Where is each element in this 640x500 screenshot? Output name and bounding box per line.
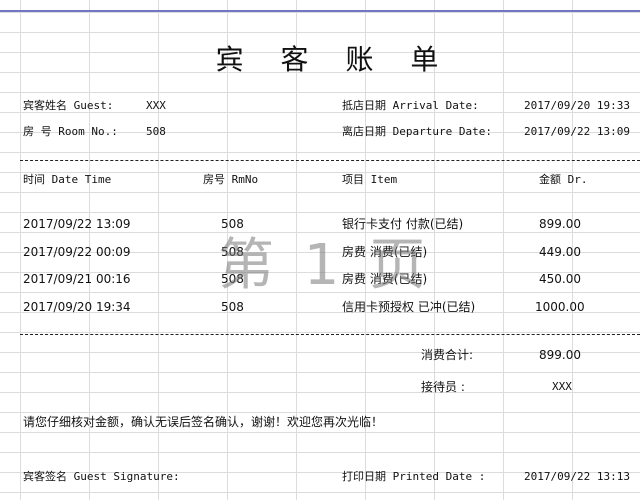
top-border [0, 10, 640, 12]
row-time: 2017/09/21 00:16 [23, 272, 131, 286]
page-title: 宾 客 账 单 [215, 43, 453, 76]
total-label: 消费合计: [421, 348, 474, 362]
row-amount: 1000.00 [535, 300, 585, 314]
col-item: 项目 Item [342, 173, 398, 186]
clerk-label: 接待员 : [421, 380, 465, 394]
col-room: 房号 RmNo [203, 173, 259, 186]
row-item: 房费 消费(已结) [342, 272, 428, 286]
row-room: 508 [221, 217, 244, 231]
guest-value: XXX [146, 99, 166, 112]
table-divider [20, 334, 640, 335]
clerk-value: XXX [552, 380, 572, 393]
printed-label: 打印日期 Printed Date : [342, 470, 486, 483]
row-item: 信用卡预授权 已冲(已结) [342, 300, 476, 314]
table-row: 2017/09/22 00:09 508 房费 消费(已结) 449.00 [0, 239, 640, 265]
room-label: 房 号 Room No.: [23, 125, 118, 138]
signature-label: 宾客签名 Guest Signature: [23, 470, 180, 483]
printed-value: 2017/09/22 13:13 [524, 470, 630, 483]
row-time: 2017/09/22 13:09 [23, 217, 131, 231]
departure-value: 2017/09/22 13:09 [524, 125, 630, 138]
row-amount: 449.00 [539, 245, 581, 259]
arrival-label: 抵店日期 Arrival Date: [342, 99, 479, 112]
row-time: 2017/09/20 19:34 [23, 300, 131, 314]
departure-label: 离店日期 Departure Date: [342, 125, 492, 138]
row-amount: 899.00 [539, 217, 581, 231]
notice-text: 请您仔细核对金额，确认无误后签名确认，谢谢！欢迎您再次光临！ [23, 415, 384, 429]
guest-label: 宾客姓名 Guest: [23, 99, 114, 112]
col-amount: 金额 Dr. [539, 173, 588, 186]
row-time: 2017/09/22 00:09 [23, 245, 131, 259]
table-row: 2017/09/21 00:16 508 房费 消费(已结) 450.00 [0, 266, 640, 292]
row-room: 508 [221, 300, 244, 314]
row-amount: 450.00 [539, 272, 581, 286]
header-divider [20, 160, 640, 161]
table-row: 2017/09/20 19:34 508 信用卡预授权 已冲(已结) 1000.… [0, 294, 640, 320]
arrival-value: 2017/09/20 19:33 [524, 99, 630, 112]
table-row: 2017/09/22 13:09 508 银行卡支付 付款(已结) 899.00 [0, 211, 640, 237]
total-value: 899.00 [539, 348, 581, 362]
row-room: 508 [221, 272, 244, 286]
room-value: 508 [146, 125, 166, 138]
row-item: 房费 消费(已结) [342, 245, 428, 259]
row-room: 508 [221, 245, 244, 259]
row-item: 银行卡支付 付款(已结) [342, 217, 464, 231]
col-time: 时间 Date Time [23, 173, 112, 186]
